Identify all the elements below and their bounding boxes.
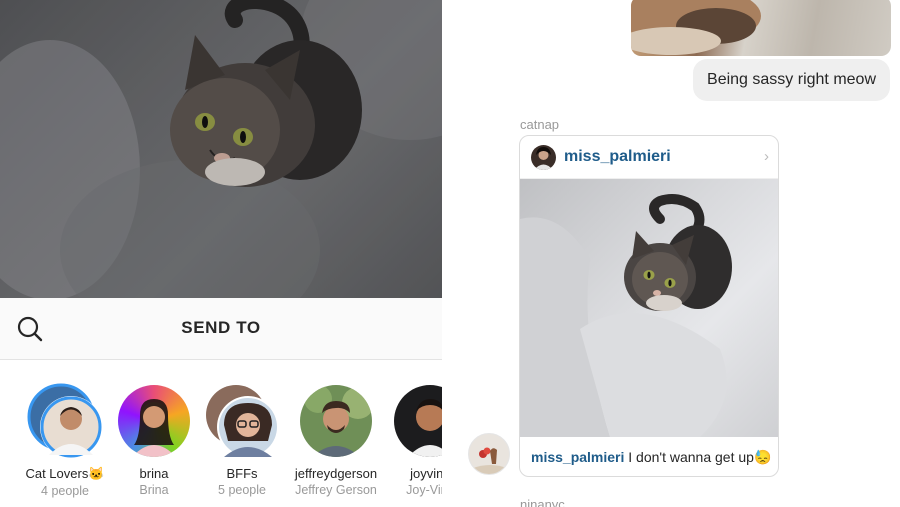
caption-text: I don't wanna get up😓 [624,449,772,465]
share-panel: SEND TO Cat Lovers🐱 4 people brina Brina… [0,0,442,507]
recipient-list[interactable]: Cat Lovers🐱 4 people brina Brina BFFs 5 … [0,360,442,507]
avatar [394,385,442,457]
recipient-name: BFFs [226,466,258,481]
recipient-subtitle: Joy-Vinc [406,483,442,497]
avatar [300,385,372,457]
recipient-name: jeffreydgerson [294,466,378,481]
sender-label: catnap [520,117,560,132]
shared-post-card[interactable]: miss_palmieri › miss_palmieri I don't wa… [519,135,779,477]
group-avatar [206,385,279,458]
group-avatar [27,383,102,458]
recipient-name: brina [139,466,169,481]
recipient-subtitle: 4 people [41,484,89,498]
outgoing-message[interactable]: Being sassy right meow [693,59,890,101]
shared-post-image[interactable] [520,179,778,437]
post-username[interactable]: miss_palmieri [564,148,671,166]
sender-label: ninanyc [520,497,565,507]
recipient-cat-lovers[interactable]: Cat Lovers🐱 4 people [19,383,111,498]
recipient-subtitle: Jeffrey Gerson [295,483,377,497]
recipient-joyvinc[interactable]: joyvinc Joy-Vinc [384,385,442,497]
chevron-right-icon[interactable]: › [764,148,769,165]
shared-post-caption: miss_palmieri I don't wanna get up😓 [520,437,778,476]
recipient-jeffreydgerson[interactable]: jeffreydgerson Jeffrey Gerson [290,385,382,497]
send-to-title: SEND TO [181,318,261,337]
message-thread[interactable]: Being sassy right meow catnap miss_palmi… [442,0,900,507]
sent-photo-message[interactable] [631,0,891,56]
shared-photo-preview [0,0,442,298]
send-to-header: SEND TO [0,298,442,360]
shared-post-header[interactable]: miss_palmieri › [520,136,778,179]
recipient-brina[interactable]: brina Brina [108,385,200,497]
recipient-name: joyvinc [410,466,442,481]
recipient-name: Cat Lovers🐱 [25,466,105,481]
avatar [118,385,190,457]
recipient-subtitle: Brina [139,483,169,497]
cat-image [520,194,732,437]
sender-avatar[interactable] [468,433,510,475]
app-screen: SEND TO Cat Lovers🐱 4 people brina Brina… [0,0,900,507]
avatar [531,145,556,170]
recipient-subtitle: 5 people [218,483,266,497]
recipient-bffs[interactable]: BFFs 5 people [196,385,288,497]
caption-username[interactable]: miss_palmieri [531,449,624,465]
